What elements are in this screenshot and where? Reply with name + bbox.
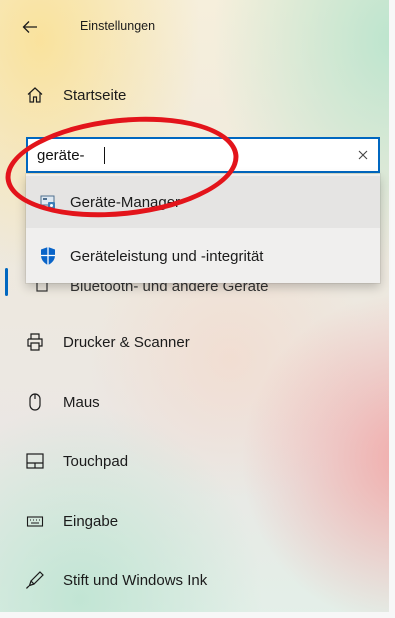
suggestion-device-manager[interactable]: Geräte-Manager	[26, 176, 380, 228]
device-manager-icon	[36, 190, 60, 214]
suggestion-label: Geräteleistung und -integrität	[70, 247, 264, 265]
back-button[interactable]	[22, 14, 48, 40]
nav-home[interactable]: Startseite	[23, 83, 126, 107]
close-icon	[358, 150, 368, 160]
clear-search-button[interactable]	[348, 139, 378, 171]
printer-icon	[23, 330, 47, 354]
search-suggestions: Geräte-Manager Geräteleistung und -integ…	[26, 174, 380, 283]
nav-item-mouse[interactable]: Maus	[23, 390, 100, 414]
window-edge-right	[389, 0, 395, 618]
mouse-icon	[23, 390, 47, 414]
nav-item-label: Stift und Windows Ink	[63, 571, 208, 589]
selected-indicator	[5, 268, 8, 296]
suggestion-label: Geräte-Manager	[70, 193, 181, 211]
home-icon	[23, 83, 47, 107]
text-caret	[104, 146, 105, 164]
search-input[interactable]	[28, 146, 105, 164]
window-edge-bottom	[0, 612, 395, 618]
pen-icon	[23, 568, 47, 592]
search-field[interactable]	[26, 137, 380, 173]
touchpad-icon	[23, 449, 47, 473]
nav-item-printers[interactable]: Drucker & Scanner	[23, 330, 190, 354]
nav-item-label: Eingabe	[63, 512, 119, 530]
back-arrow-icon	[22, 21, 37, 33]
nav-home-label: Startseite	[63, 86, 127, 104]
window-title: Einstellungen	[80, 19, 156, 33]
nav-item-input[interactable]: Eingabe	[23, 509, 118, 533]
suggestion-device-health[interactable]: Geräteleistung und -integrität	[26, 230, 380, 282]
nav-item-label: Maus	[63, 393, 100, 411]
nav-item-pen[interactable]: Stift und Windows Ink	[23, 568, 207, 592]
keyboard-icon	[23, 509, 47, 533]
nav-item-touchpad[interactable]: Touchpad	[23, 449, 128, 473]
nav-item-label: Touchpad	[63, 452, 129, 470]
nav-item-label: Drucker & Scanner	[63, 333, 190, 351]
shield-icon	[36, 244, 60, 268]
